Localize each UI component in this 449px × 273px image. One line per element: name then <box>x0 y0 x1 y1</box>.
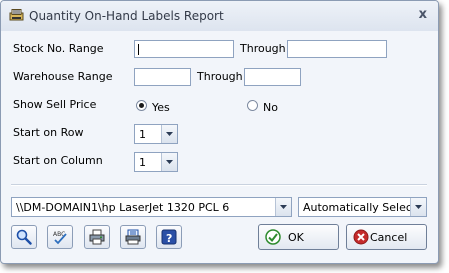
chevron-down-icon[interactable] <box>161 153 177 171</box>
show-sell-price-label: Show Sell Price <box>13 98 97 111</box>
close-icon[interactable]: x <box>419 7 427 22</box>
text-caret <box>138 44 139 55</box>
ok-label: OK <box>288 231 304 244</box>
start-row-label: Start on Row <box>13 126 84 139</box>
start-column-value: 1 <box>139 156 146 169</box>
report-app-icon <box>9 9 24 21</box>
sell-price-no-label[interactable]: No <box>263 101 278 114</box>
printer-setup-icon <box>89 229 105 245</box>
chevron-down-icon[interactable] <box>161 125 177 143</box>
printer-setup-button[interactable] <box>84 225 110 249</box>
divider <box>11 184 427 186</box>
start-column-label: Start on Column <box>13 154 103 167</box>
printer-name: \\DM-DOMAIN1\hp LaserJet 1320 PCL 6 <box>16 201 230 214</box>
stock-to-input[interactable] <box>287 40 387 58</box>
spell-check-icon: ABC <box>53 231 67 245</box>
cancel-button[interactable]: Cancel <box>346 224 427 250</box>
start-column-select[interactable]: 1 <box>134 152 178 172</box>
paper-source-select[interactable]: Automatically Select <box>298 197 427 217</box>
stock-range-label: Stock No. Range <box>13 42 104 55</box>
magnifier-preview-icon <box>16 229 32 245</box>
warehouse-range-label: Warehouse Range <box>13 70 113 83</box>
chevron-down-icon[interactable] <box>275 198 291 216</box>
checkmark-icon <box>265 229 281 245</box>
svg-text:?: ? <box>166 232 172 245</box>
help-icon: ? <box>161 229 177 245</box>
sell-price-yes-label[interactable]: Yes <box>152 101 170 114</box>
report-dialog: Quantity On-Hand Labels Report x Stock N… <box>0 0 439 264</box>
help-button[interactable]: ? <box>156 225 182 249</box>
print-icon <box>125 229 141 245</box>
warehouse-from-input[interactable] <box>134 68 191 86</box>
printer-select[interactable]: \\DM-DOMAIN1\hp LaserJet 1320 PCL 6 <box>11 197 292 217</box>
stock-through-label: Through <box>240 42 286 55</box>
warehouse-to-input[interactable] <box>244 68 301 86</box>
chevron-down-icon[interactable] <box>410 198 426 216</box>
cancel-x-icon <box>353 229 369 245</box>
start-row-select[interactable]: 1 <box>134 124 178 144</box>
title-bar[interactable]: Quantity On-Hand Labels Report x <box>1 1 438 31</box>
ok-button[interactable]: OK <box>258 224 339 250</box>
cancel-label: Cancel <box>370 231 408 244</box>
window-title: Quantity On-Hand Labels Report <box>29 9 224 23</box>
spell-check-button[interactable]: ABC <box>47 225 73 249</box>
sell-price-no-radio[interactable] <box>247 100 258 111</box>
start-row-value: 1 <box>139 128 146 141</box>
warehouse-through-label: Through <box>197 70 243 83</box>
print-button[interactable] <box>120 225 146 249</box>
paper-source-value: Automatically Select <box>303 201 417 214</box>
preview-button[interactable] <box>11 225 37 249</box>
stock-from-input[interactable] <box>134 40 234 58</box>
sell-price-yes-radio[interactable] <box>136 100 147 111</box>
